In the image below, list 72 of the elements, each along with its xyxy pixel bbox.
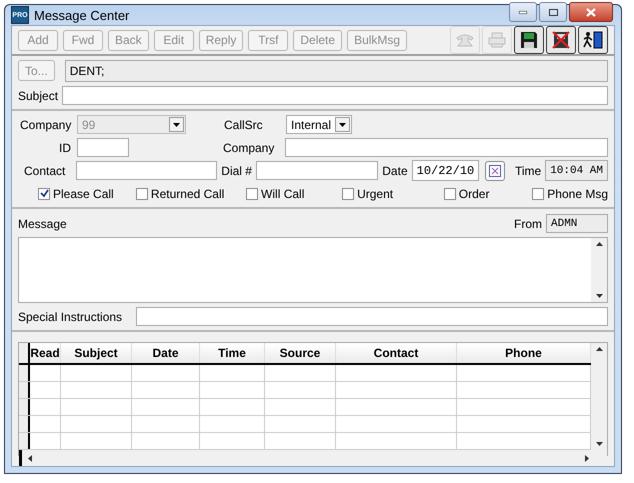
field-label: Message (18, 216, 68, 230)
special-instructions-field[interactable] (136, 307, 608, 326)
column-header[interactable]: Time (200, 343, 265, 363)
field-label: Subject (18, 88, 58, 102)
close-icon (586, 8, 596, 16)
scroll-left-icon[interactable] (28, 454, 32, 462)
calendar-icon (489, 164, 502, 176)
column-header[interactable]: Subject (61, 343, 132, 363)
field-label: From (514, 216, 542, 230)
column-header[interactable]: Source (265, 343, 336, 363)
toolbar-icon-button[interactable] (546, 26, 576, 54)
scroll-down-icon[interactable] (596, 294, 602, 298)
crossed-document-icon (552, 31, 570, 49)
checkbox-label: Phone Msg (547, 186, 608, 200)
vertical-scrollbar[interactable] (591, 238, 607, 302)
field-label: Time (514, 164, 542, 178)
field-label: Company (223, 140, 276, 154)
checkbox-label: Please Call (53, 186, 114, 200)
field-label: Contact (23, 164, 66, 178)
minimize-icon (519, 10, 527, 14)
close-button[interactable] (569, 2, 613, 22)
field-label: Date (382, 164, 408, 178)
subject-field[interactable] (62, 86, 608, 105)
message-field[interactable] (18, 237, 608, 303)
field-label: Company (20, 118, 72, 132)
checkbox-label: Order (458, 186, 490, 200)
row-header[interactable] (19, 382, 30, 398)
checkbox[interactable] (532, 188, 544, 200)
maximize-icon (548, 8, 558, 16)
scroll-right-icon[interactable] (585, 454, 589, 462)
minimize-button[interactable] (509, 2, 537, 22)
scroll-up-icon[interactable] (596, 242, 602, 246)
row-header[interactable] (19, 416, 30, 432)
contact-field[interactable] (76, 161, 218, 180)
toolbar-icon-button[interactable] (578, 26, 608, 54)
horizontal-scrollbar[interactable] (19, 450, 607, 466)
checkbox[interactable] (246, 188, 258, 200)
checkbox-label: Returned Call (150, 186, 224, 200)
column-header[interactable]: Date (132, 343, 200, 363)
checkbox[interactable] (342, 188, 354, 200)
checkbox[interactable] (444, 188, 456, 200)
id-field[interactable] (77, 138, 129, 157)
row-header[interactable] (19, 399, 30, 415)
date-field[interactable]: 10/22/10 (412, 160, 480, 181)
exit-door-icon (583, 31, 603, 49)
checkbox[interactable] (38, 188, 50, 200)
telephone-icon (455, 32, 475, 48)
dial-field[interactable] (256, 161, 378, 180)
calendar-button[interactable] (485, 160, 505, 180)
checkbox-label: Will Call (261, 186, 304, 200)
checkbox[interactable] (136, 188, 148, 200)
field-label: ID (58, 140, 72, 154)
printer-icon (487, 32, 507, 48)
field-label: Special Instructions (18, 310, 124, 324)
row-header[interactable] (19, 365, 30, 381)
column-header[interactable]: Contact (336, 343, 457, 363)
maximize-button[interactable] (539, 2, 567, 22)
vertical-scrollbar[interactable] (591, 343, 607, 450)
toolbar-icon-button[interactable] (514, 26, 544, 54)
field-label: CallSrc (224, 118, 264, 132)
scroll-up-icon[interactable] (596, 347, 602, 351)
from-field[interactable]: ADMN (546, 214, 608, 233)
field-label: Dial # (221, 164, 252, 178)
time-field[interactable]: 10:04 AM (545, 160, 608, 181)
callsrc-dropdown[interactable]: Internal (286, 115, 352, 134)
row-header[interactable] (19, 433, 30, 449)
company-field[interactable] (285, 138, 608, 157)
checkbox-label: Urgent (357, 186, 394, 200)
scroll-down-icon[interactable] (596, 442, 602, 446)
row-marker (19, 450, 22, 466)
window-title: Message Center (34, 8, 130, 22)
column-header[interactable]: Read (30, 343, 61, 363)
